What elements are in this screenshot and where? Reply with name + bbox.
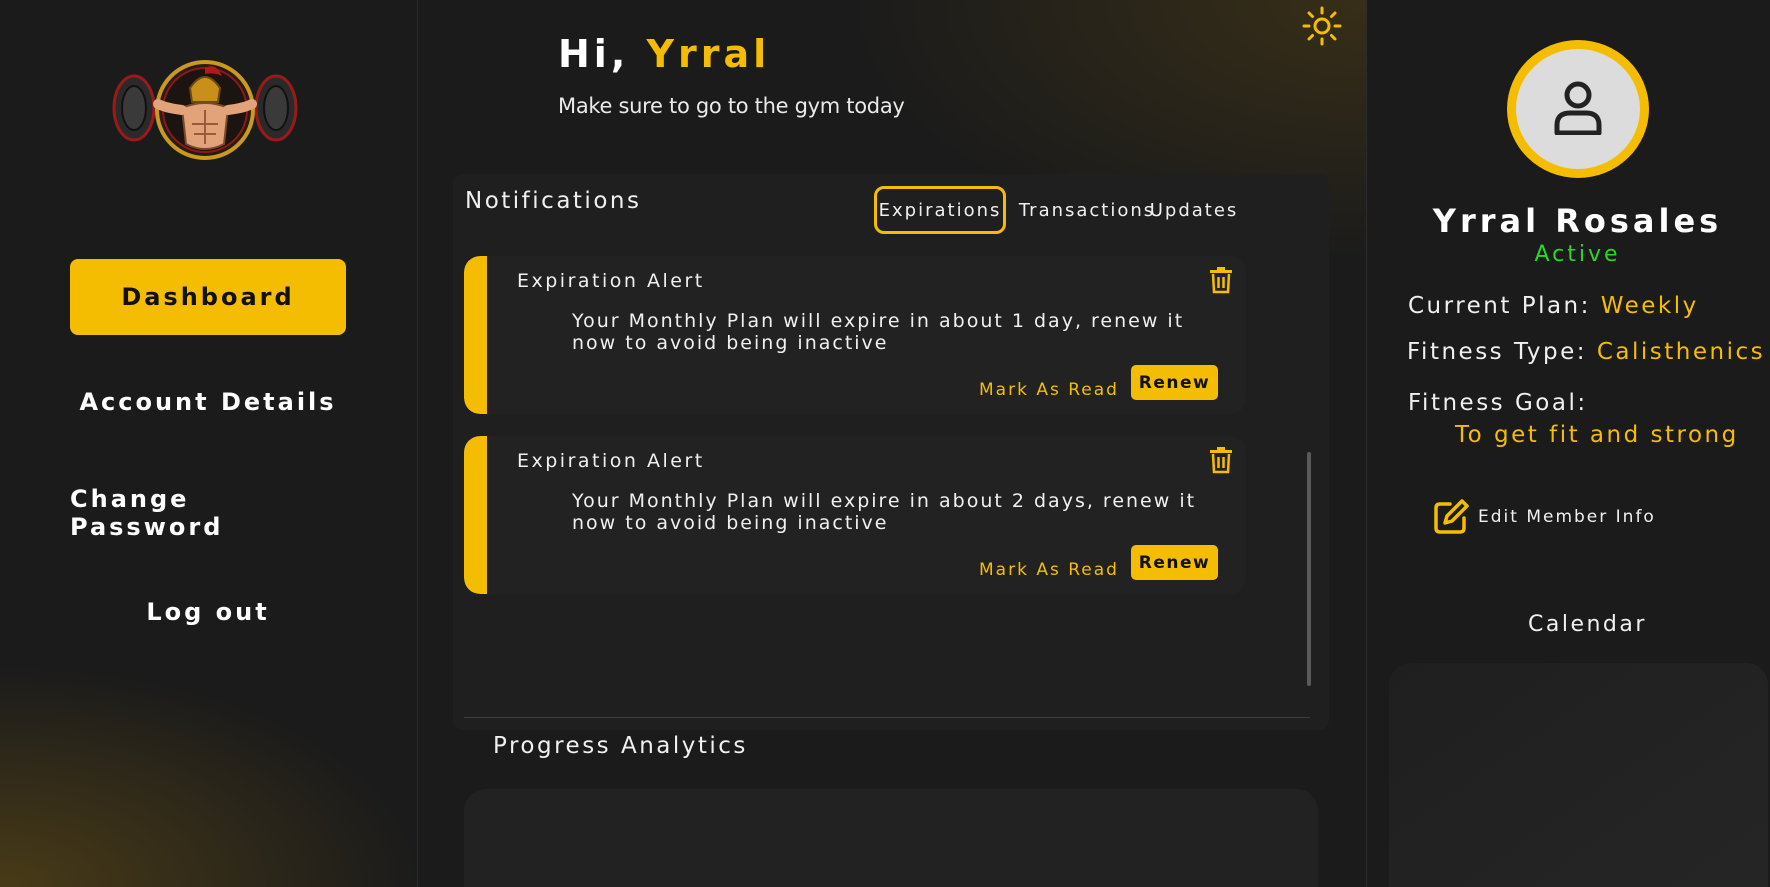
section-divider <box>464 717 1310 718</box>
notifications-scrollbar[interactable] <box>1307 452 1311 686</box>
trash-icon[interactable] <box>1208 266 1234 294</box>
edit-member-info-label: Edit Member Info <box>1478 507 1656 527</box>
fitness-goal-label: Fitness Goal: <box>1408 390 1588 416</box>
nav-dashboard-button[interactable]: Dashboard <box>70 259 346 335</box>
calendar-panel <box>1389 663 1768 887</box>
mark-as-read-link[interactable]: Mark As Read <box>979 560 1119 580</box>
notification-title: Expiration Alert <box>517 450 705 472</box>
gym-logo <box>112 60 298 160</box>
nav-change-password-button[interactable]: Change Password <box>70 475 346 551</box>
calendar-title: Calendar <box>1528 612 1647 637</box>
progress-analytics-title: Progress Analytics <box>493 733 748 759</box>
notifications-title: Notifications <box>465 188 642 214</box>
current-plan-row: Current Plan: Weekly <box>1408 293 1699 319</box>
notification-message: Your Monthly Plan will expire in about 2… <box>572 490 1197 534</box>
member-status: Active <box>1534 242 1621 267</box>
card-accent-stripe <box>464 436 487 594</box>
user-icon <box>1554 81 1602 135</box>
progress-analytics-panel <box>464 789 1318 887</box>
tab-transactions[interactable]: Transactions <box>1016 186 1158 234</box>
current-plan-value: Weekly <box>1600 293 1699 319</box>
fitness-type-row: Fitness Type: Calisthenics <box>1407 339 1765 365</box>
renew-button[interactable]: Renew <box>1131 365 1218 400</box>
greeting-prefix: Hi, <box>558 32 630 76</box>
fitness-type-value: Calisthenics <box>1596 339 1766 365</box>
member-name: Yrral Rosales <box>1432 202 1723 240</box>
edit-member-info-button[interactable]: Edit Member Info <box>1432 497 1656 537</box>
greeting: Hi, Yrral <box>558 32 770 76</box>
fitness-type-label: Fitness Type: <box>1407 339 1588 365</box>
mark-as-read-link[interactable]: Mark As Read <box>979 380 1119 400</box>
avatar-inner <box>1516 49 1640 169</box>
fitness-goal-value: To get fit and strong <box>1455 422 1739 448</box>
tab-expirations[interactable]: Expirations <box>874 186 1006 234</box>
trash-icon[interactable] <box>1208 446 1234 474</box>
notification-card: Expiration Alert Your Monthly Plan will … <box>464 256 1246 414</box>
notification-card: Expiration Alert Your Monthly Plan will … <box>464 436 1246 594</box>
nav-logout-button[interactable]: Log out <box>70 574 346 650</box>
current-plan-label: Current Plan: <box>1408 293 1591 319</box>
notification-title: Expiration Alert <box>517 270 705 292</box>
sun-icon[interactable] <box>1300 4 1344 48</box>
notification-message: Your Monthly Plan will expire in about 1… <box>572 310 1185 354</box>
nav-account-details-button[interactable]: Account Details <box>70 364 346 440</box>
renew-button[interactable]: Renew <box>1131 545 1218 580</box>
edit-icon <box>1434 499 1469 534</box>
avatar <box>1507 40 1649 178</box>
card-accent-stripe <box>464 256 487 414</box>
greeting-user-name: Yrral <box>646 32 771 76</box>
greeting-subtitle: Make sure to go to the gym today <box>558 94 905 118</box>
tab-updates[interactable]: Updates <box>1150 186 1237 234</box>
